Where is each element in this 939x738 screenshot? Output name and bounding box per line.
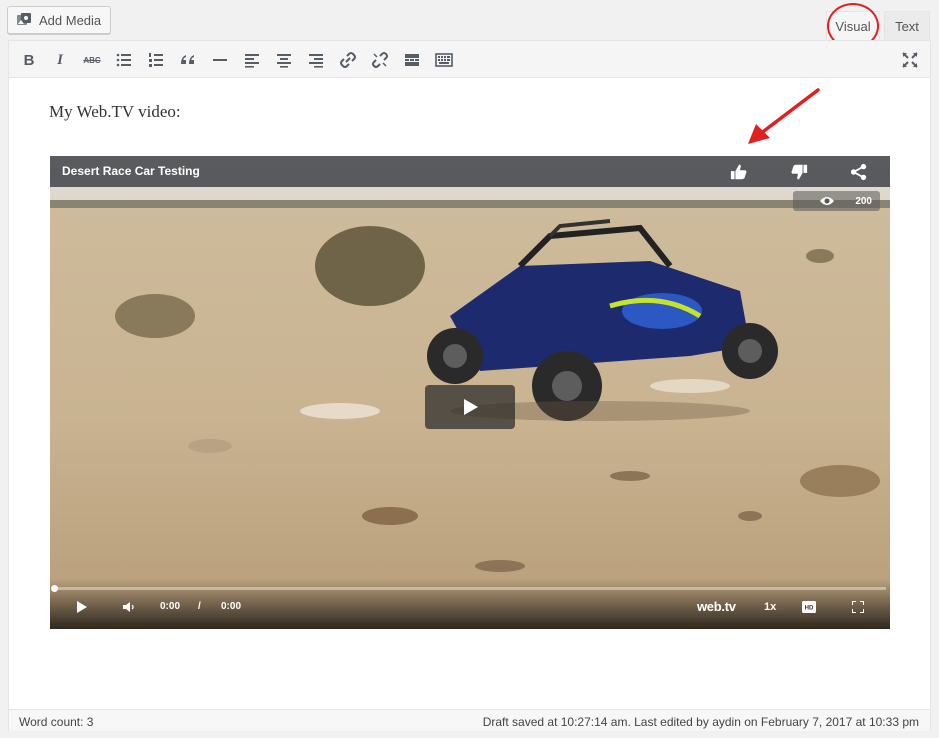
volume-icon (123, 602, 134, 612)
italic-glyph: I (57, 51, 63, 68)
remove-link-button[interactable] (367, 47, 393, 73)
thumbs-down-icon[interactable] (788, 161, 810, 183)
svg-text:HD: HD (805, 606, 814, 612)
current-time: 0:00 (160, 601, 181, 612)
play-icon (464, 399, 478, 415)
blockquote-icon (181, 55, 194, 64)
bulleted-list-button[interactable] (111, 47, 137, 73)
read-more-icon (405, 54, 419, 66)
horizontal-line-icon (213, 59, 227, 61)
view-count-badge: 200 (793, 191, 880, 211)
strikethrough-glyph: ABC (83, 55, 101, 65)
link-icon (340, 52, 356, 68)
unlink-icon (372, 52, 388, 68)
align-right-button[interactable] (303, 47, 329, 73)
keyboard-icon (435, 53, 453, 67)
video-header: Desert Race Car Testing (50, 156, 890, 187)
bold-glyph: B (23, 51, 35, 69)
fullscreen-icon (852, 601, 864, 613)
video-controls: 0:00 / 0:00 web.tv 1x HD (50, 579, 890, 629)
tab-text[interactable]: Text (884, 11, 930, 41)
speed-button[interactable]: 1x (764, 601, 776, 613)
align-left-button[interactable] (239, 47, 265, 73)
play-icon (77, 601, 87, 613)
video-title: Desert Race Car Testing (62, 164, 200, 178)
eye-icon (820, 197, 834, 205)
italic-button[interactable]: I (47, 47, 73, 73)
share-icon[interactable] (848, 161, 870, 183)
align-center-icon (277, 54, 291, 68)
fullscreen-button[interactable] (897, 47, 923, 73)
webtv-logo[interactable]: web.tv (697, 599, 736, 614)
editor-box: B I ABC My Web.TV video: Desert Race Car… (8, 40, 931, 731)
tab-text-label: Text (895, 19, 919, 34)
intro-paragraph: My Web.TV video: (49, 102, 181, 121)
expand-icon (902, 52, 918, 68)
bold-button[interactable]: B (16, 47, 42, 73)
duration: 0:00 (221, 601, 242, 612)
editor-content[interactable]: My Web.TV video: Desert Race Car Testing… (9, 78, 930, 709)
progress-bar[interactable] (51, 585, 886, 592)
blockquote-button[interactable] (175, 47, 201, 73)
read-more-button[interactable] (399, 47, 425, 73)
post-editor: Add Media Visual Text B I ABC My Web.TV … (0, 0, 939, 738)
toolbar-toggle-button[interactable] (431, 47, 457, 73)
play-button[interactable] (76, 601, 88, 613)
strikethrough-button[interactable]: ABC (79, 47, 105, 73)
tab-visual-label: Visual (835, 19, 871, 34)
media-icon (16, 12, 32, 28)
horizontal-line-button[interactable] (207, 47, 233, 73)
numbered-list-icon (149, 53, 163, 67)
add-media-label: Add Media (39, 12, 102, 28)
video-player[interactable]: Desert Race Car Testing 200 0:00 / 0:00 … (50, 156, 890, 629)
thumbs-up-icon[interactable] (728, 161, 750, 183)
volume-button[interactable] (123, 601, 135, 613)
progress-knob[interactable] (51, 585, 58, 592)
insert-link-button[interactable] (335, 47, 361, 73)
format-toolbar: B I ABC (9, 41, 930, 78)
view-count: 200 (855, 195, 872, 207)
align-right-icon (309, 54, 323, 68)
align-center-button[interactable] (271, 47, 297, 73)
add-media-button[interactable]: Add Media (7, 6, 111, 34)
draft-saved-info: Draft saved at 10:27:14 am. Last edited … (482, 715, 919, 729)
bulleted-list-icon (116, 53, 131, 67)
status-bar: Word count: 3 Draft saved at 10:27:14 am… (9, 709, 930, 731)
big-play-button[interactable] (425, 385, 515, 429)
numbered-list-button[interactable] (143, 47, 169, 73)
align-left-icon (245, 54, 259, 68)
video-fullscreen-button[interactable] (852, 601, 864, 613)
time-separator: / (198, 601, 201, 612)
tab-visual[interactable]: Visual (826, 11, 880, 41)
hd-icon: HD (802, 601, 816, 613)
hd-button[interactable]: HD (802, 601, 816, 613)
word-count: Word count: 3 (19, 715, 94, 729)
